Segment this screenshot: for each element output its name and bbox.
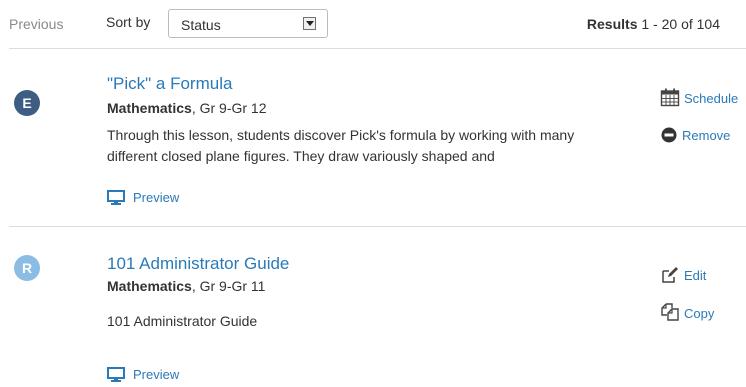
- divider: [9, 226, 746, 227]
- copy-icon: [661, 303, 679, 321]
- remove-button[interactable]: Remove: [660, 126, 730, 144]
- item-subject: Mathematics, Gr 9-Gr 12: [107, 100, 267, 116]
- subject-name: Mathematics: [107, 278, 192, 294]
- results-label: Results: [586, 16, 638, 32]
- edit-icon: [662, 267, 678, 283]
- item-title-link[interactable]: "Pick" a Formula: [107, 74, 232, 94]
- previous-link[interactable]: Previous: [9, 16, 63, 32]
- results-count: Results 1 - 20 of 104: [587, 16, 720, 32]
- preview-link[interactable]: Preview: [107, 367, 179, 382]
- calendar-icon: [660, 88, 680, 107]
- schedule-label: Schedule: [684, 91, 739, 106]
- preview-link[interactable]: Preview: [107, 190, 179, 205]
- item-subject: Mathematics, Gr 9-Gr 11: [107, 278, 265, 294]
- item-description: Through this lesson, students discover P…: [107, 127, 575, 164]
- copy-button[interactable]: Copy: [660, 303, 714, 322]
- results-toolbar: Previous Sort by Status Results 1 - 20 o…: [0, 0, 746, 48]
- edit-button[interactable]: Edit: [660, 266, 706, 284]
- divider: [9, 48, 746, 49]
- monitor-icon: [107, 190, 125, 205]
- dropdown-arrow-icon[interactable]: [303, 17, 316, 30]
- avatar: E: [14, 90, 40, 116]
- edit-label: Edit: [684, 268, 707, 283]
- sort-select[interactable]: Status: [168, 9, 328, 38]
- monitor-icon: [107, 367, 125, 382]
- grade-range: , Gr 9-Gr 12: [191, 100, 267, 116]
- subject-name: Mathematics: [107, 100, 192, 116]
- results-range: 1 - 20 of 104: [637, 16, 720, 32]
- preview-label: Preview: [133, 367, 180, 382]
- remove-label: Remove: [682, 128, 731, 143]
- sort-by-label: Sort by: [106, 14, 151, 30]
- copy-label: Copy: [684, 306, 715, 321]
- grade-range: , Gr 9-Gr 11: [191, 278, 266, 294]
- sort-select-value: Status: [181, 17, 221, 33]
- item-description: 101 Administrator Guide: [107, 313, 258, 329]
- minus-circle-icon: [661, 127, 677, 143]
- preview-label: Preview: [133, 190, 180, 205]
- avatar: R: [14, 255, 40, 281]
- schedule-button[interactable]: Schedule: [660, 88, 738, 107]
- item-title-link[interactable]: 101 Administrator Guide: [107, 254, 289, 274]
